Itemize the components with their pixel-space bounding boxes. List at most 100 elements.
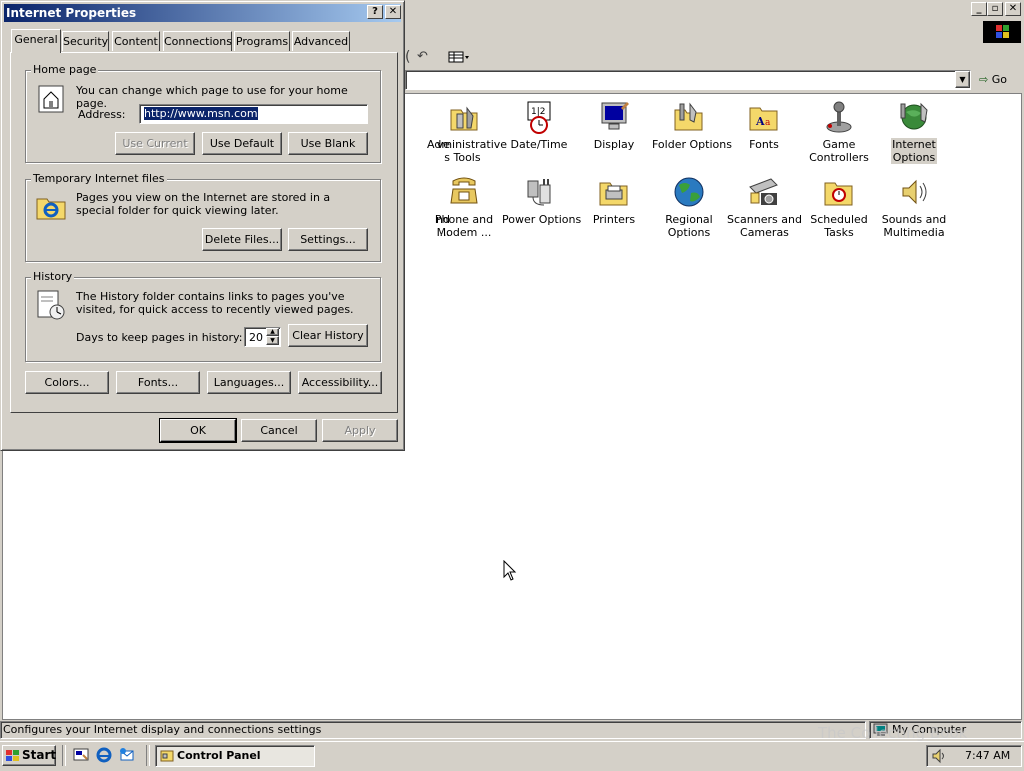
cp-item-display[interactable]: Display: [576, 100, 652, 151]
cp-item-scanners-cameras[interactable]: Scanners and Cameras: [726, 175, 802, 239]
toolbar-fragment-icon: (: [405, 49, 411, 65]
tab-label: Programs: [235, 35, 289, 48]
delete-files-button[interactable]: Delete Files...: [202, 228, 282, 251]
use-current-button[interactable]: Use Current: [115, 132, 195, 155]
button-label: OK: [190, 424, 206, 437]
temp-files-ie-icon: [35, 191, 67, 224]
clear-history-button[interactable]: Clear History: [288, 324, 368, 347]
minimize-button[interactable]: _: [971, 2, 987, 16]
cp-item-scheduled-tasks[interactable]: Scheduled Tasks: [801, 175, 877, 239]
cp-item-label: Sounds and Multimedia: [881, 213, 947, 239]
button-label: Colors...: [44, 376, 90, 389]
fonts-button[interactable]: Fonts...: [116, 371, 200, 394]
history-description: The History folder contains links to pag…: [76, 290, 354, 316]
taskbar-divider: [146, 745, 150, 766]
printers-icon: [597, 175, 631, 209]
button-label: Delete Files...: [204, 233, 280, 246]
address-label: Address:: [78, 108, 126, 121]
button-label: Use Blank: [300, 137, 356, 150]
cp-item-regional-options[interactable]: Regional Options: [651, 175, 727, 239]
taskbar-button-control-panel[interactable]: Control Panel: [155, 745, 315, 767]
button-label: Settings...: [300, 233, 356, 246]
colors-button[interactable]: Colors...: [25, 371, 109, 394]
cp-item-printers[interactable]: Printers: [576, 175, 652, 226]
start-button[interactable]: Start: [2, 745, 56, 766]
home-address-input[interactable]: http://www.msn.com: [139, 104, 368, 124]
internet-explorer-icon[interactable]: [96, 747, 112, 766]
tab-security[interactable]: Security: [62, 31, 109, 51]
tab-label: Connections: [164, 35, 232, 48]
cp-item-administrative-tools[interactable]: Administrative Tools: [426, 100, 507, 164]
administrative-tools-icon: [447, 100, 481, 134]
address-bar: ▼ ⇨ Go: [405, 68, 1024, 92]
cp-item-internet-options[interactable]: Internet Options: [876, 100, 952, 164]
go-button[interactable]: ⇨ Go: [979, 72, 1019, 90]
cp-item-fonts[interactable]: Aa Fonts: [726, 100, 802, 151]
tab-label: Security: [63, 35, 109, 48]
undo-icon[interactable]: ↶: [417, 49, 428, 64]
button-label: Apply: [344, 424, 376, 437]
svg-text:A: A: [755, 115, 765, 128]
temp-settings-button[interactable]: Settings...: [288, 228, 368, 251]
mouse-cursor-icon: [503, 559, 517, 585]
scanner-camera-icon: [747, 175, 781, 209]
cp-item-label: Game Controllers: [809, 138, 869, 164]
watermark-text: The Collecting Book: [818, 724, 968, 742]
tab-connections[interactable]: Connections: [163, 31, 232, 51]
apply-button[interactable]: Apply: [322, 419, 398, 442]
tab-general[interactable]: General: [11, 29, 61, 53]
cp-item-sounds-multimedia[interactable]: Sounds and Multimedia: [876, 175, 952, 239]
views-icon[interactable]: [448, 50, 470, 64]
accessibility-button[interactable]: Accessibility...: [298, 371, 382, 394]
joystick-icon: [822, 100, 856, 134]
go-label: Go: [991, 73, 1007, 86]
address-dropdown-button[interactable]: ▼: [955, 71, 970, 88]
dialog-close-button[interactable]: ✕: [385, 5, 401, 19]
days-label: Days to keep pages in history:: [76, 331, 243, 344]
home-icon: [36, 83, 66, 116]
spin-up-button[interactable]: ▲: [266, 328, 279, 336]
tab-advanced[interactable]: Advanced: [292, 31, 350, 51]
button-label: Fonts...: [137, 376, 179, 389]
cp-item-label: Scanners and Cameras: [727, 213, 802, 239]
restore-button[interactable]: ▫: [987, 2, 1003, 16]
outlook-express-icon[interactable]: [119, 747, 135, 766]
windows-flag-icon: [6, 749, 20, 768]
dialog-title: Internet Properties: [6, 6, 137, 20]
help-button[interactable]: ?: [367, 5, 383, 19]
standard-toolbar: ( ↶: [405, 46, 985, 68]
cp-item-label: Folder Options: [652, 138, 732, 151]
status-text-pane: Configures your Internet display and con…: [0, 721, 866, 739]
windows-logo-throbber: [983, 21, 1021, 43]
cp-item-game-controllers[interactable]: Game Controllers: [801, 100, 877, 164]
cp-item-label: Display: [593, 138, 635, 151]
languages-button[interactable]: Languages...: [207, 371, 291, 394]
history-icon: [35, 289, 67, 324]
button-label: Languages...: [213, 376, 285, 389]
cp-item-folder-options[interactable]: Folder Options: [651, 100, 732, 151]
tab-content[interactable]: Content: [112, 31, 160, 51]
cp-item-label: Administrative Tools: [427, 138, 508, 164]
cp-item-label: Phone and Modem ...: [434, 213, 494, 239]
show-desktop-icon[interactable]: [73, 747, 89, 766]
address-combo[interactable]: [405, 70, 971, 90]
days-value: 20: [249, 331, 263, 344]
tab-programs[interactable]: Programs: [234, 31, 290, 51]
tab-label: General: [14, 33, 58, 46]
clock[interactable]: 7:47 AM: [965, 746, 1010, 766]
cp-item-power-options[interactable]: Power Options: [501, 175, 581, 226]
use-blank-button[interactable]: Use Blank: [288, 132, 368, 155]
internet-options-icon: [897, 100, 931, 134]
days-spinner[interactable]: 20 ▲ ▼: [244, 327, 281, 347]
cp-item-phone-modem[interactable]: Phone and Modem ...: [426, 175, 502, 239]
cp-item-label: Power Options: [502, 213, 582, 226]
close-button[interactable]: ✕: [1005, 2, 1021, 16]
use-default-button[interactable]: Use Default: [202, 132, 282, 155]
cancel-button[interactable]: Cancel: [241, 419, 317, 442]
ok-button[interactable]: OK: [159, 418, 237, 443]
cp-item-date-time[interactable]: 1|2 Date/Time: [501, 100, 577, 151]
button-label: Cancel: [260, 424, 298, 437]
cp-item-label: Internet Options: [891, 138, 937, 164]
cp-item-label: Date/Time: [510, 138, 568, 151]
spin-down-button[interactable]: ▼: [266, 336, 279, 345]
